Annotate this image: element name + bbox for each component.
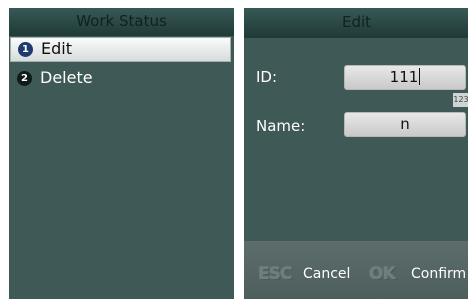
menu-item-label: Delete bbox=[40, 68, 93, 87]
confirm-button[interactable]: Confirm bbox=[411, 266, 466, 283]
text-cursor bbox=[419, 68, 421, 85]
title-bar: Work Status bbox=[9, 8, 234, 36]
name-value: n bbox=[400, 115, 410, 133]
cancel-button[interactable]: Cancel bbox=[303, 266, 350, 283]
ok-key-icon: OK bbox=[369, 264, 396, 284]
number-2-icon: 2 bbox=[17, 71, 32, 86]
menu-item-edit[interactable]: 1 Edit bbox=[10, 37, 231, 62]
name-label: Name: bbox=[256, 117, 306, 135]
softkey-bar: ESC Cancel OK Confirm bbox=[244, 241, 468, 299]
name-field[interactable]: n bbox=[344, 112, 466, 137]
id-field[interactable]: 111 bbox=[344, 65, 466, 90]
number-1-icon: 1 bbox=[18, 42, 33, 57]
menu-item-label: Edit bbox=[41, 39, 72, 58]
esc-key-icon: ESC bbox=[258, 264, 292, 284]
input-mode-badge: 123 bbox=[453, 93, 468, 107]
title-bar: Edit bbox=[244, 8, 468, 38]
screen-title: Edit bbox=[341, 13, 372, 31]
id-label: ID: bbox=[256, 68, 278, 86]
menu-item-delete[interactable]: 2 Delete bbox=[9, 66, 234, 92]
screen-title: Work Status bbox=[76, 12, 167, 30]
edit-screen: Edit ID: 111 123 Name: n ESC Cancel OK C… bbox=[244, 8, 468, 299]
work-status-screen: Work Status 1 Edit 2 Delete bbox=[9, 8, 234, 299]
id-value: 111 bbox=[389, 68, 419, 86]
